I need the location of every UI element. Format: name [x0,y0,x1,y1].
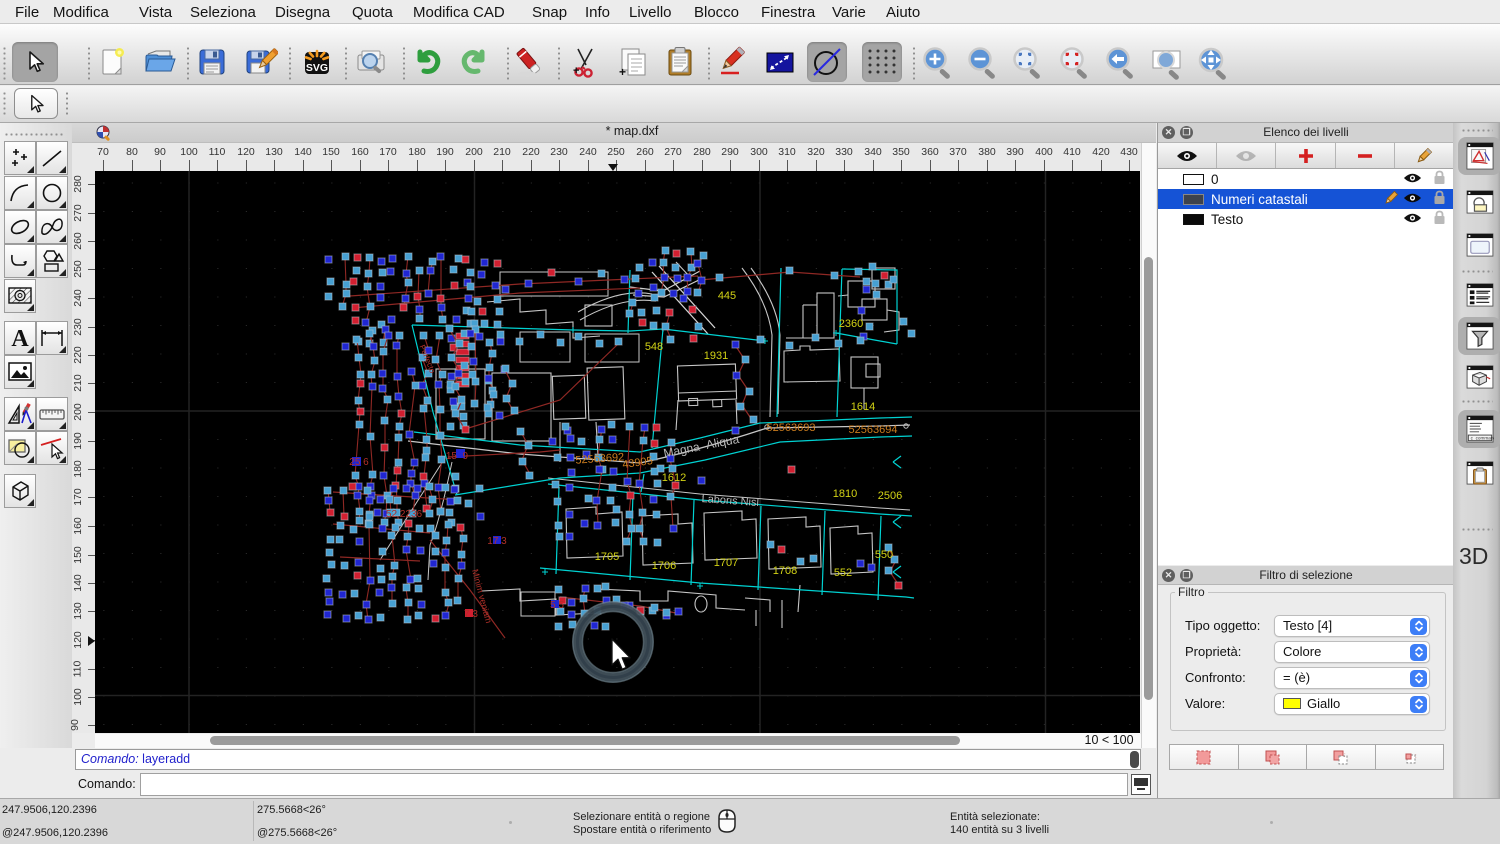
svg-text:5 5: 5 5 [550,600,564,611]
svg-text::: : [1415,754,1417,760]
svg-text:1705: 1705 [595,551,619,563]
svg-text:+: + [619,65,626,79]
svg-text:1614: 1614 [851,401,875,413]
svg-text:52563693: 52563693 [767,422,816,434]
svg-text:548: 548 [645,341,663,353]
svg-text:1931: 1931 [704,350,728,362]
svg-text:c command: c command [1470,436,1493,441]
svg-text:552: 552 [834,567,852,579]
svg-text:52563692: 52563692 [575,451,625,466]
svg-text:1810: 1810 [833,488,857,500]
svg-text:Magna Aliqua: Magna Aliqua [662,432,740,460]
svg-text:2360: 2360 [839,318,863,330]
svg-text:52 2236: 52 2236 [386,509,423,520]
svg-text:1708: 1708 [773,565,797,577]
svg-text:1706: 1706 [652,560,676,572]
svg-text:43905: 43905 [622,455,654,471]
svg-text:+: + [573,65,579,77]
svg-text:1612: 1612 [662,472,686,484]
svg-text:1707: 1707 [714,557,738,569]
svg-text:A: A [11,326,29,351]
svg-text:15 9: 15 9 [446,451,469,462]
svg-text:52563694: 52563694 [849,424,898,436]
svg-text:7 3: 7 3 [464,609,478,620]
svg-text:550: 550 [875,549,893,561]
svg-text:445: 445 [718,290,736,302]
svg-text:SVG: SVG [306,62,328,74]
svg-text:Laboris Nisl: Laboris Nisl [701,493,759,509]
svg-text:2506: 2506 [878,490,902,502]
svg-text:17 3: 17 3 [487,536,507,547]
svg-text:25 6: 25 6 [349,457,369,468]
